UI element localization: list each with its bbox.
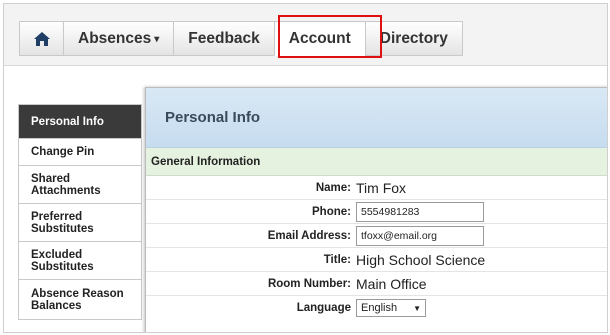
sidebar-item-label: Absence Reason Balances [31, 287, 124, 312]
tab-absences-label: Absences [78, 29, 152, 47]
title-label: Title: [323, 253, 351, 266]
tab-directory-label: Directory [379, 29, 448, 47]
top-navigation: Absences ▾ Feedback Account Directory [4, 4, 607, 66]
sidebar-item-label: Preferred Substitutes [31, 210, 94, 235]
tab-account[interactable]: Account [273, 21, 365, 56]
field-row-name: Name: Tim Fox [146, 176, 607, 200]
sidebar-item-excluded-substitutes[interactable]: Excluded Substitutes [19, 241, 141, 279]
tab-feedback[interactable]: Feedback [173, 21, 274, 56]
tab-directory[interactable]: Directory [364, 21, 463, 56]
sidebar-item-label: Personal Info [31, 115, 104, 128]
field-row-room: Room Number: Main Office [146, 272, 607, 296]
sidebar-item-personal-info[interactable]: Personal Info [19, 105, 141, 138]
title-value: High School Science [356, 251, 486, 268]
tab-feedback-label: Feedback [188, 29, 260, 47]
language-select[interactable]: English ▼ [356, 299, 426, 317]
sidebar-item-label: Shared Attachments [31, 172, 101, 197]
sidebar-item-change-pin[interactable]: Change Pin [19, 138, 141, 165]
room-label: Room Number: [267, 277, 351, 290]
chevron-down-icon: ▾ [154, 34, 160, 45]
sidebar-item-label: Change Pin [31, 146, 95, 158]
field-row-language: Language English ▼ [146, 296, 607, 320]
nav-tabs: Absences ▾ Feedback Account Directory [19, 21, 463, 56]
panel-title: Personal Info [146, 88, 607, 148]
name-label: Name: [315, 181, 351, 194]
tab-absences[interactable]: Absences ▾ [63, 21, 174, 56]
account-sidebar: Personal Info Change Pin Shared Attachme… [18, 104, 142, 320]
phone-label: Phone: [312, 205, 351, 218]
tab-home[interactable] [19, 21, 63, 56]
language-label: Language [296, 302, 351, 314]
field-row-email: Email Address: [146, 224, 607, 248]
sidebar-item-preferred-substitutes[interactable]: Preferred Substitutes [19, 203, 141, 241]
tab-account-label: Account [288, 29, 351, 47]
email-label: Email Address: [267, 229, 351, 242]
field-row-phone: Phone: [146, 200, 607, 224]
room-value: Main Office [356, 275, 427, 292]
section-title: General Information [146, 148, 607, 176]
chevron-down-icon: ▼ [413, 303, 421, 313]
sidebar-item-shared-attachments[interactable]: Shared Attachments [19, 165, 141, 203]
name-value: Tim Fox [356, 179, 407, 196]
phone-input[interactable] [356, 201, 484, 222]
sidebar-item-absence-reason-balances[interactable]: Absence Reason Balances [19, 279, 141, 319]
personal-info-panel: Personal Info General Information Name: … [145, 87, 607, 332]
language-select-value: English [361, 302, 398, 314]
email-input[interactable] [356, 225, 484, 246]
app-frame: Absences ▾ Feedback Account Directory Pe… [3, 3, 608, 333]
field-row-title: Title: High School Science [146, 248, 607, 272]
sidebar-item-label: Excluded Substitutes [31, 248, 94, 273]
home-icon [33, 31, 50, 46]
